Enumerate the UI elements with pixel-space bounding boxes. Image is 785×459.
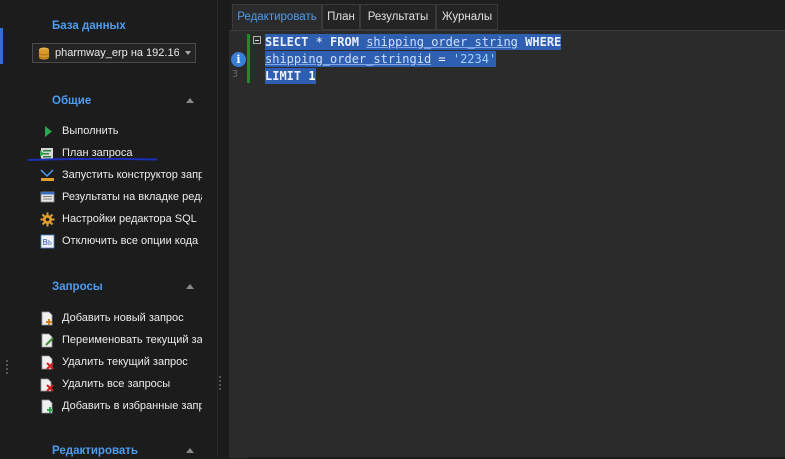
sql-keyword: WHERE	[525, 35, 562, 49]
database-select[interactable]: pharmway_erp на 192.168.1.25	[32, 43, 196, 63]
sidebar-item-disable-code-options[interactable]: B b Отключить все опции кода	[40, 232, 210, 250]
query-builder-icon	[40, 169, 54, 181]
add-favorite-icon	[41, 399, 53, 414]
results-tab-icon	[40, 191, 55, 203]
tab-logs[interactable]: Журналы	[436, 4, 498, 30]
sidebar-item-delete-all-queries[interactable]: Удалить все запросы	[40, 375, 210, 393]
chevron-down-icon[interactable]	[185, 51, 191, 55]
sql-operator: =	[431, 52, 453, 66]
sidebar-item-query-builder[interactable]: Запустить конструктор запросов	[40, 166, 210, 184]
sql-keyword: SELECT	[265, 35, 309, 49]
database-icon	[38, 47, 50, 60]
svg-text:b: b	[48, 240, 52, 247]
section-general-header[interactable]: Общие	[52, 93, 202, 109]
section-queries-header[interactable]: Запросы	[52, 279, 202, 295]
collapse-queries-icon[interactable]	[186, 284, 194, 289]
sidebar-item-label: Отключить все опции кода	[62, 235, 199, 247]
tab-label: Журналы	[441, 11, 493, 23]
sql-operator: *	[308, 35, 331, 49]
sql-identifier: shipping_order_string	[366, 35, 518, 49]
code-line-2[interactable]: shipping_order_stringid = '2234'	[265, 51, 497, 67]
tab-edit[interactable]: Редактировать	[232, 4, 322, 30]
tab-label: План	[327, 11, 355, 23]
sidebar-item-delete-query[interactable]: Удалить текущий запрос	[40, 353, 210, 371]
active-rail-marker	[0, 28, 3, 64]
fold-toggle-icon[interactable]	[253, 36, 261, 44]
delete-query-icon	[41, 355, 54, 370]
sidebar-item-label: Настройки редактора SQL	[62, 213, 197, 225]
sidebar-panel: База данных pharmway_erp на 192.168.1.25…	[0, 0, 218, 457]
sidebar-item-label: Переименовать текущий запрос	[62, 334, 202, 346]
sidebar-item-label: Удалить текущий запрос	[62, 356, 188, 368]
code-line-3[interactable]: LIMIT 1	[265, 68, 316, 84]
sidebar-item-label: Добавить в избранные запросы	[62, 400, 202, 412]
delete-all-queries-icon	[40, 378, 54, 392]
annotation-underline	[27, 158, 158, 161]
tab-label: Результаты	[367, 11, 429, 23]
tab-label: Редактировать	[237, 11, 317, 23]
sidebar-item-results-tab[interactable]: Результаты на вкладке редактора	[40, 188, 210, 206]
sidebar-item-rename-query[interactable]: Переименовать текущий запрос	[40, 331, 210, 349]
sql-string: '2234'	[452, 52, 497, 66]
section-queries-title: Запросы	[52, 281, 103, 293]
section-edit-title: Редактировать	[52, 445, 138, 457]
sidebar-item-execute[interactable]: Выполнить	[40, 122, 210, 140]
gear-icon	[40, 212, 55, 227]
sql-keyword: LIMIT	[265, 69, 302, 83]
tab-plan[interactable]: План	[322, 4, 360, 30]
info-icon[interactable]: i	[231, 52, 246, 67]
database-select-value: pharmway_erp на 192.168.1.25	[55, 47, 179, 59]
sidebar-item-label: Выполнить	[62, 125, 119, 137]
editor-gutter	[229, 31, 249, 458]
sql-keyword: FROM	[330, 35, 359, 49]
splitter-grip[interactable]	[219, 376, 222, 392]
code-options-icon: B b	[40, 234, 55, 249]
sidebar-item-label: Удалить все запросы	[62, 378, 171, 390]
add-query-icon	[41, 311, 53, 326]
sidebar-item-add-query[interactable]: Добавить новый запрос	[40, 309, 210, 327]
sidebar-item-add-favorite[interactable]: Добавить в избранные запросы	[40, 397, 210, 415]
section-general-title: Общие	[52, 95, 92, 107]
sidebar-item-label: Результаты на вкладке редактора	[62, 191, 202, 203]
sidebar-item-label: Запустить конструктор запросов	[62, 169, 202, 181]
collapse-general-icon[interactable]	[186, 98, 194, 103]
sidebar-item-label: Добавить новый запрос	[62, 312, 184, 324]
line-number: 3	[232, 69, 239, 80]
rename-query-icon	[41, 333, 54, 348]
sql-number: 1	[308, 69, 316, 83]
code-line-1[interactable]: SELECT * FROM shipping_order_string WHER…	[265, 34, 562, 50]
sql-editor[interactable]: i 3 SELECT * FROM shipping_order_string …	[229, 30, 785, 458]
tab-results[interactable]: Результаты	[360, 4, 436, 30]
play-icon	[45, 126, 52, 137]
collapse-edit-icon[interactable]	[186, 448, 194, 453]
sidebar-item-sql-settings[interactable]: Настройки редактора SQL	[40, 210, 210, 228]
sql-identifier: shipping_order_stringid	[265, 52, 432, 66]
change-marker	[247, 34, 250, 83]
section-database-header[interactable]: База данных	[52, 18, 202, 34]
section-database-title: База данных	[52, 20, 126, 32]
sidebar-resize-grip[interactable]	[6, 360, 9, 376]
